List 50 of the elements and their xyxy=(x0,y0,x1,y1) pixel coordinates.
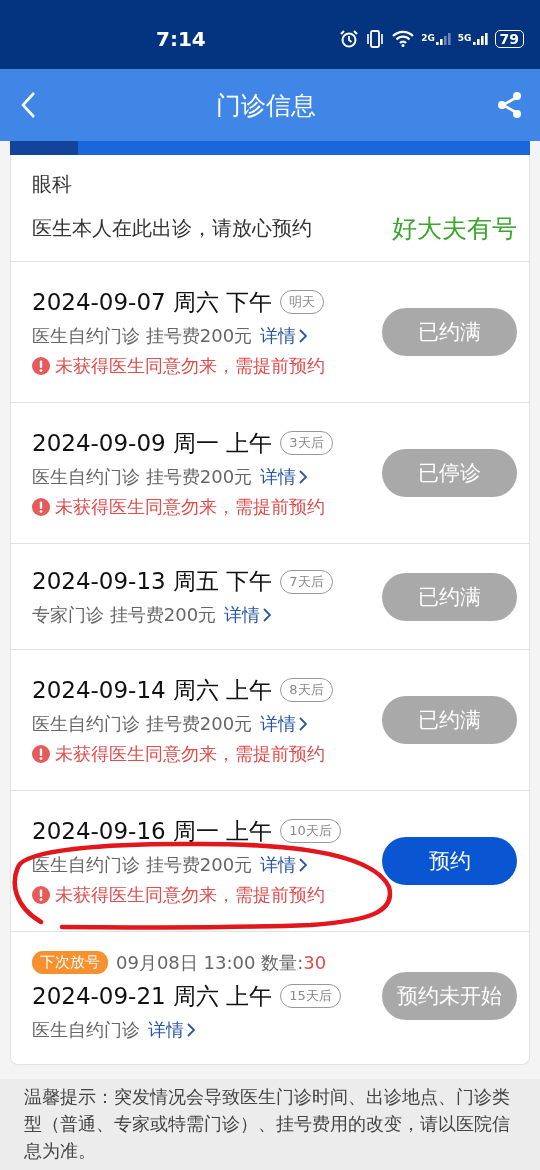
warning-icon xyxy=(32,497,50,516)
details-link[interactable]: 详情 xyxy=(224,603,272,627)
warning-icon xyxy=(32,356,50,375)
schedule-date: 2024-09-13 周五 下午 xyxy=(32,567,273,596)
booking-button[interactable]: 预约 xyxy=(382,837,517,885)
chevron-icon xyxy=(298,469,308,484)
warning-text: 未获得医生同意勿来，需提前预约 xyxy=(55,882,325,907)
clinic-fee-info: 医生自约门诊 挂号费200元 xyxy=(32,711,253,736)
warning-text: 未获得医生同意勿来，需提前预约 xyxy=(55,353,325,378)
network-label: 2G xyxy=(421,32,435,43)
schedule-date: 2024-09-14 周六 上午 xyxy=(32,675,273,705)
clinic-fee-info: 专家门诊 挂号费200元 xyxy=(32,603,217,627)
status-time: 7:14 xyxy=(156,26,206,51)
warning-text: 未获得医生同意勿来，需提前预约 xyxy=(55,741,325,766)
signal-icon xyxy=(472,32,488,45)
footer-note: 温馨提示：突发情况会导致医生门诊时间、出诊地点、门诊类型（普通、专家或特需门诊）、挂号费用的改变，请以医院信息为准。 xyxy=(0,1079,540,1170)
warning-icon xyxy=(32,744,50,763)
department-name: 眼科 xyxy=(32,171,73,198)
availability-label: 好大夫有号 xyxy=(392,213,517,245)
network-label: 5G xyxy=(457,32,472,43)
vibrate-icon xyxy=(365,29,386,48)
details-link[interactable]: 详情 xyxy=(260,852,308,877)
details-link[interactable]: 详情 xyxy=(260,323,308,348)
chevron-icon xyxy=(262,608,272,622)
page-title: 门诊信息 xyxy=(216,89,316,122)
chevron-icon xyxy=(186,1022,195,1037)
back-icon[interactable] xyxy=(20,91,36,120)
schedule-date: 2024-09-21 周六 上午 xyxy=(32,981,273,1011)
clinic-fee-info: 医生自约门诊 xyxy=(32,1017,140,1042)
chevron-icon xyxy=(298,857,308,872)
warning-icon xyxy=(32,885,50,904)
clinic-fee-info: 医生自约门诊 挂号费200元 xyxy=(32,323,253,348)
wifi-icon xyxy=(392,30,415,48)
alarm-icon xyxy=(340,29,359,48)
signal-icon xyxy=(435,32,451,45)
warning-text: 未获得医生同意勿来，需提前预约 xyxy=(55,494,325,519)
chevron-icon xyxy=(298,328,308,343)
release-time: 09月08日 13:00 数量:30 xyxy=(116,950,327,975)
share-icon[interactable] xyxy=(496,91,524,120)
release-tag: 下次放号 xyxy=(32,951,108,974)
schedule-date: 2024-09-16 周一 上午 xyxy=(32,816,273,846)
details-link[interactable]: 详情 xyxy=(148,1017,195,1042)
department-note: 医生本人在此出诊，请放心预约 xyxy=(32,215,312,242)
details-link[interactable]: 详情 xyxy=(260,711,308,736)
details-link[interactable]: 详情 xyxy=(260,464,308,489)
battery-level: 79 xyxy=(494,29,524,48)
clinic-fee-info: 医生自约门诊 挂号费200元 xyxy=(32,464,253,489)
schedule-date: 2024-09-07 周六 下午 xyxy=(32,287,273,317)
schedule-date: 2024-09-09 周一 上午 xyxy=(32,428,273,458)
chevron-icon xyxy=(298,716,308,731)
